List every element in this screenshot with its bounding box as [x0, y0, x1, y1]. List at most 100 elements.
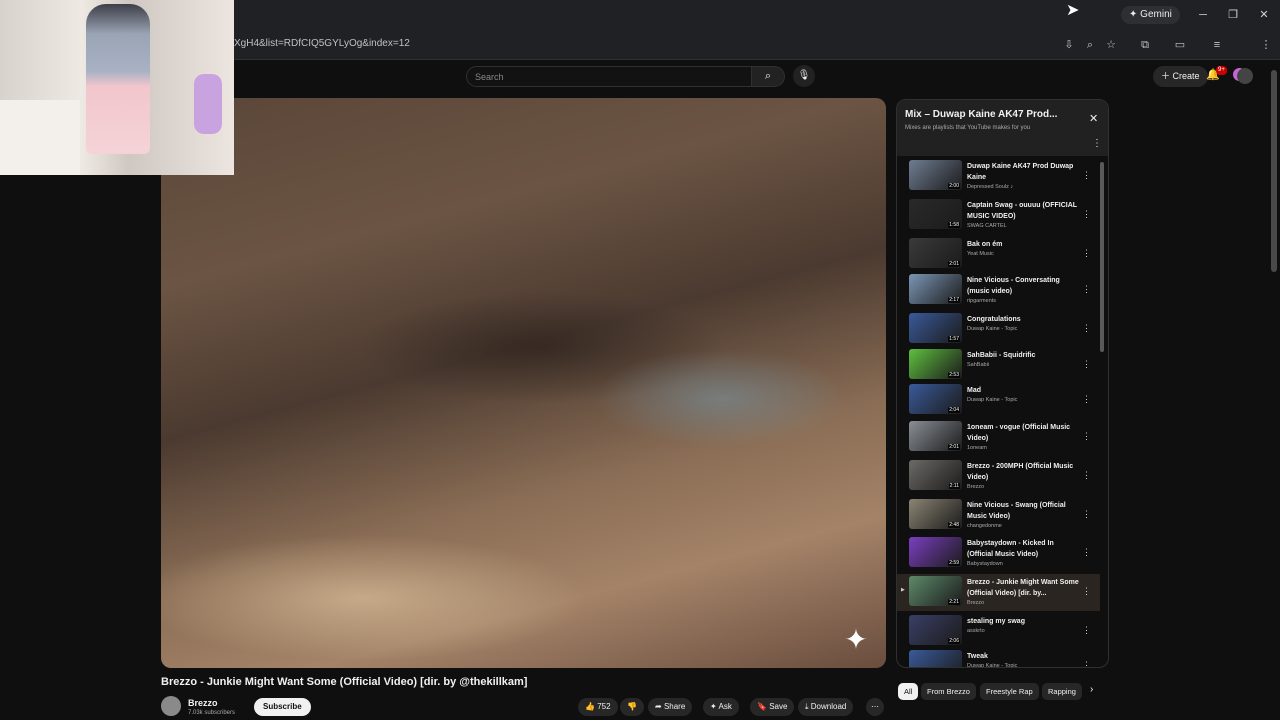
playlist-item-title[interactable]: Brezzo - Junkie Might Want Some (Officia… — [967, 577, 1079, 599]
playlist-item-title[interactable]: SahBabii - Squidrific — [967, 350, 1079, 361]
search-input[interactable] — [467, 67, 751, 87]
playlist-thumbnail[interactable]: 2:00 — [909, 160, 962, 190]
playlist-item-title[interactable]: Congratulations — [967, 314, 1079, 325]
browser-menu-icon[interactable]: ⋮ — [1258, 37, 1274, 53]
playlist-item[interactable]: 2:06 stealing my swag asskrto ⋮ — [897, 613, 1100, 650]
create-button[interactable]: ＋ Create — [1153, 66, 1208, 87]
playlist-thumbnail[interactable]: 2:59 — [909, 537, 962, 567]
channel-avatar[interactable] — [161, 696, 181, 716]
playlist-item-title[interactable]: Tweak — [967, 651, 1079, 662]
search-icon: ⌕ — [764, 70, 772, 82]
download-button[interactable]: ⤓ Download — [798, 698, 854, 716]
dislike-button[interactable]: 👎 — [620, 698, 644, 716]
playlist-thumbnail[interactable]: 2:06 — [909, 615, 962, 645]
more-actions-button[interactable]: ⋯ — [866, 698, 884, 716]
item-menu-icon[interactable]: ⋮ — [1082, 170, 1091, 181]
item-menu-icon[interactable]: ⋮ — [1082, 586, 1091, 597]
playlist-thumbnail[interactable]: 2:21 — [909, 576, 962, 606]
chevron-right-icon[interactable]: › — [1090, 684, 1093, 695]
playlist-thumbnail[interactable]: 1:58 — [909, 199, 962, 229]
playlist-item-title[interactable]: 1oneam - vogue (Official Music Video) — [967, 422, 1079, 444]
url-field[interactable]: XgH4&list=RDfCIQ5GYLyOg&index=12 — [234, 38, 410, 49]
filter-chip[interactable]: All — [898, 683, 919, 700]
close-window-icon[interactable]: ✕ — [1254, 5, 1274, 25]
subscribe-button[interactable]: Subscribe — [254, 698, 311, 716]
search-button[interactable]: ⌕ — [751, 66, 785, 87]
playlist-item[interactable]: 2:00 Duwap Kaine AK47 Prod Duwap Kaine Dep… — [897, 158, 1100, 195]
playlist-item-title[interactable]: Nine Vicious - Swang (Official Music Vid… — [967, 500, 1079, 522]
playlist-thumbnail[interactable]: 2:01 — [909, 421, 962, 451]
playlist-item[interactable]: 2:01 Bak on ém Yeat Music ⋮ — [897, 236, 1100, 273]
filter-chip[interactable]: Rapping — [1042, 683, 1082, 700]
cast-icon[interactable]: ▭ — [1172, 37, 1188, 53]
playlist-thumbnail[interactable]: 2:53 — [909, 349, 962, 379]
item-menu-icon[interactable]: ⋮ — [1082, 248, 1091, 259]
bookmark-star-icon[interactable]: ☆ — [1103, 37, 1119, 53]
channel-name[interactable]: Brezzo — [188, 698, 218, 708]
playlist-item-title[interactable]: Duwap Kaine AK47 Prod Duwap Kaine — [967, 161, 1079, 183]
playlist-item[interactable]: 2:17 Nine Vicious - Conversating (music v… — [897, 272, 1100, 309]
item-menu-icon[interactable]: ⋮ — [1082, 625, 1091, 636]
ask-button[interactable]: ✦ Ask — [703, 698, 739, 716]
search-box[interactable] — [466, 66, 752, 87]
filter-chip[interactable]: From Brezzo — [921, 683, 976, 700]
item-menu-icon[interactable]: ⋮ — [1082, 284, 1091, 295]
share-button[interactable]: ➦ Share — [648, 698, 693, 716]
playlist-item[interactable]: 1:58 Captain Swag - ouuuu (OFFICIAL MUSIC… — [897, 197, 1100, 234]
media-controls-icon[interactable]: ≡ — [1209, 37, 1225, 53]
playlist-item[interactable]: 2:53 SahBabii - Squidrific SahBabii ⋮ — [897, 347, 1100, 384]
playlist-item[interactable]: ▶ 2:21 Brezzo - Junkie Might Want Some (Of… — [897, 574, 1100, 611]
close-icon[interactable]: ✕ — [1089, 112, 1098, 125]
playlist-item[interactable]: 2:59 Babystaydown - Kicked In (Official M… — [897, 535, 1100, 572]
item-menu-icon[interactable]: ⋮ — [1082, 431, 1091, 442]
playlist-item[interactable]: 2:04 Mad Duwap Kaine - Topic ⋮ — [897, 382, 1100, 419]
minimize-icon[interactable]: ─ — [1193, 5, 1213, 25]
playlist-item-title[interactable]: stealing my swag — [967, 616, 1079, 627]
duration-badge: 2:01 — [948, 261, 960, 267]
playlist-item-channel: changedonme — [967, 523, 1002, 529]
playlist-item-title[interactable]: Mad — [967, 385, 1079, 396]
item-menu-icon[interactable]: ⋮ — [1082, 547, 1091, 558]
extensions-icon[interactable]: ⧉ — [1137, 37, 1153, 53]
playlist-thumbnail[interactable]: 2:01 — [909, 238, 962, 268]
item-menu-icon[interactable]: ⋮ — [1082, 660, 1091, 667]
page-scrollbar[interactable] — [1271, 70, 1277, 272]
playlist-item[interactable]: 2:01 1oneam - vogue (Official Music Video… — [897, 419, 1100, 456]
zoom-icon[interactable]: ⌕ — [1082, 37, 1098, 53]
playlist-item[interactable]: 2:11 Brezzo - 200MPH (Official Music Vide… — [897, 458, 1100, 495]
item-menu-icon[interactable]: ⋮ — [1082, 509, 1091, 520]
playlist-thumbnail[interactable] — [909, 650, 962, 667]
thumbs-up-icon: 👍 — [585, 702, 595, 711]
install-app-icon[interactable]: ⇩ — [1061, 37, 1077, 53]
video-player[interactable] — [161, 98, 886, 668]
restore-icon[interactable]: ❐ — [1223, 5, 1243, 25]
playlist-thumbnail[interactable]: 2:04 — [909, 384, 962, 414]
playlist-item[interactable]: 1:57 Congratulations Duwap Kaine - Topic ⋮ — [897, 311, 1100, 348]
account-avatar[interactable] — [1237, 68, 1253, 84]
like-button[interactable]: 👍 752 — [578, 698, 618, 716]
gemini-button[interactable]: ✦ Gemini — [1121, 6, 1180, 24]
item-menu-icon[interactable]: ⋮ — [1082, 394, 1091, 405]
item-menu-icon[interactable]: ⋮ — [1082, 470, 1091, 481]
save-button[interactable]: 🔖 Save — [750, 698, 795, 716]
playlist-item[interactable]: Tweak Duwap Kaine - Topic ⋮ — [897, 648, 1100, 667]
playlist-title[interactable]: Mix – Duwap Kaine AK47 Prod... — [905, 109, 1057, 120]
item-menu-icon[interactable]: ⋮ — [1082, 323, 1091, 334]
playlist-item-channel: SWAG CARTEL — [967, 223, 1007, 229]
playlist-scrollbar[interactable] — [1100, 162, 1104, 352]
item-menu-icon[interactable]: ⋮ — [1082, 359, 1091, 370]
playlist-thumbnail[interactable]: 2:11 — [909, 460, 962, 490]
playlist-thumbnail[interactable]: 2:48 — [909, 499, 962, 529]
playlist-item[interactable]: 2:48 Nine Vicious - Swang (Official Music… — [897, 497, 1100, 534]
item-menu-icon[interactable]: ⋮ — [1082, 209, 1091, 220]
playlist-item-title[interactable]: Bak on ém — [967, 239, 1079, 250]
playlist-menu-icon[interactable]: ⋮ — [1092, 138, 1102, 149]
playlist-item-title[interactable]: Nine Vicious - Conversating (music video… — [967, 275, 1079, 297]
filter-chip[interactable]: Freestyle Rap — [980, 683, 1039, 700]
playlist-thumbnail[interactable]: 2:17 — [909, 274, 962, 304]
playlist-thumbnail[interactable]: 1:57 — [909, 313, 962, 343]
playlist-item-title[interactable]: Captain Swag - ouuuu (OFFICIAL MUSIC VID… — [967, 200, 1079, 222]
playlist-item-title[interactable]: Brezzo - 200MPH (Official Music Video) — [967, 461, 1079, 483]
playlist-item-title[interactable]: Babystaydown - Kicked In (Official Music… — [967, 538, 1079, 560]
voice-search-button[interactable]: 🎙 — [793, 65, 815, 87]
